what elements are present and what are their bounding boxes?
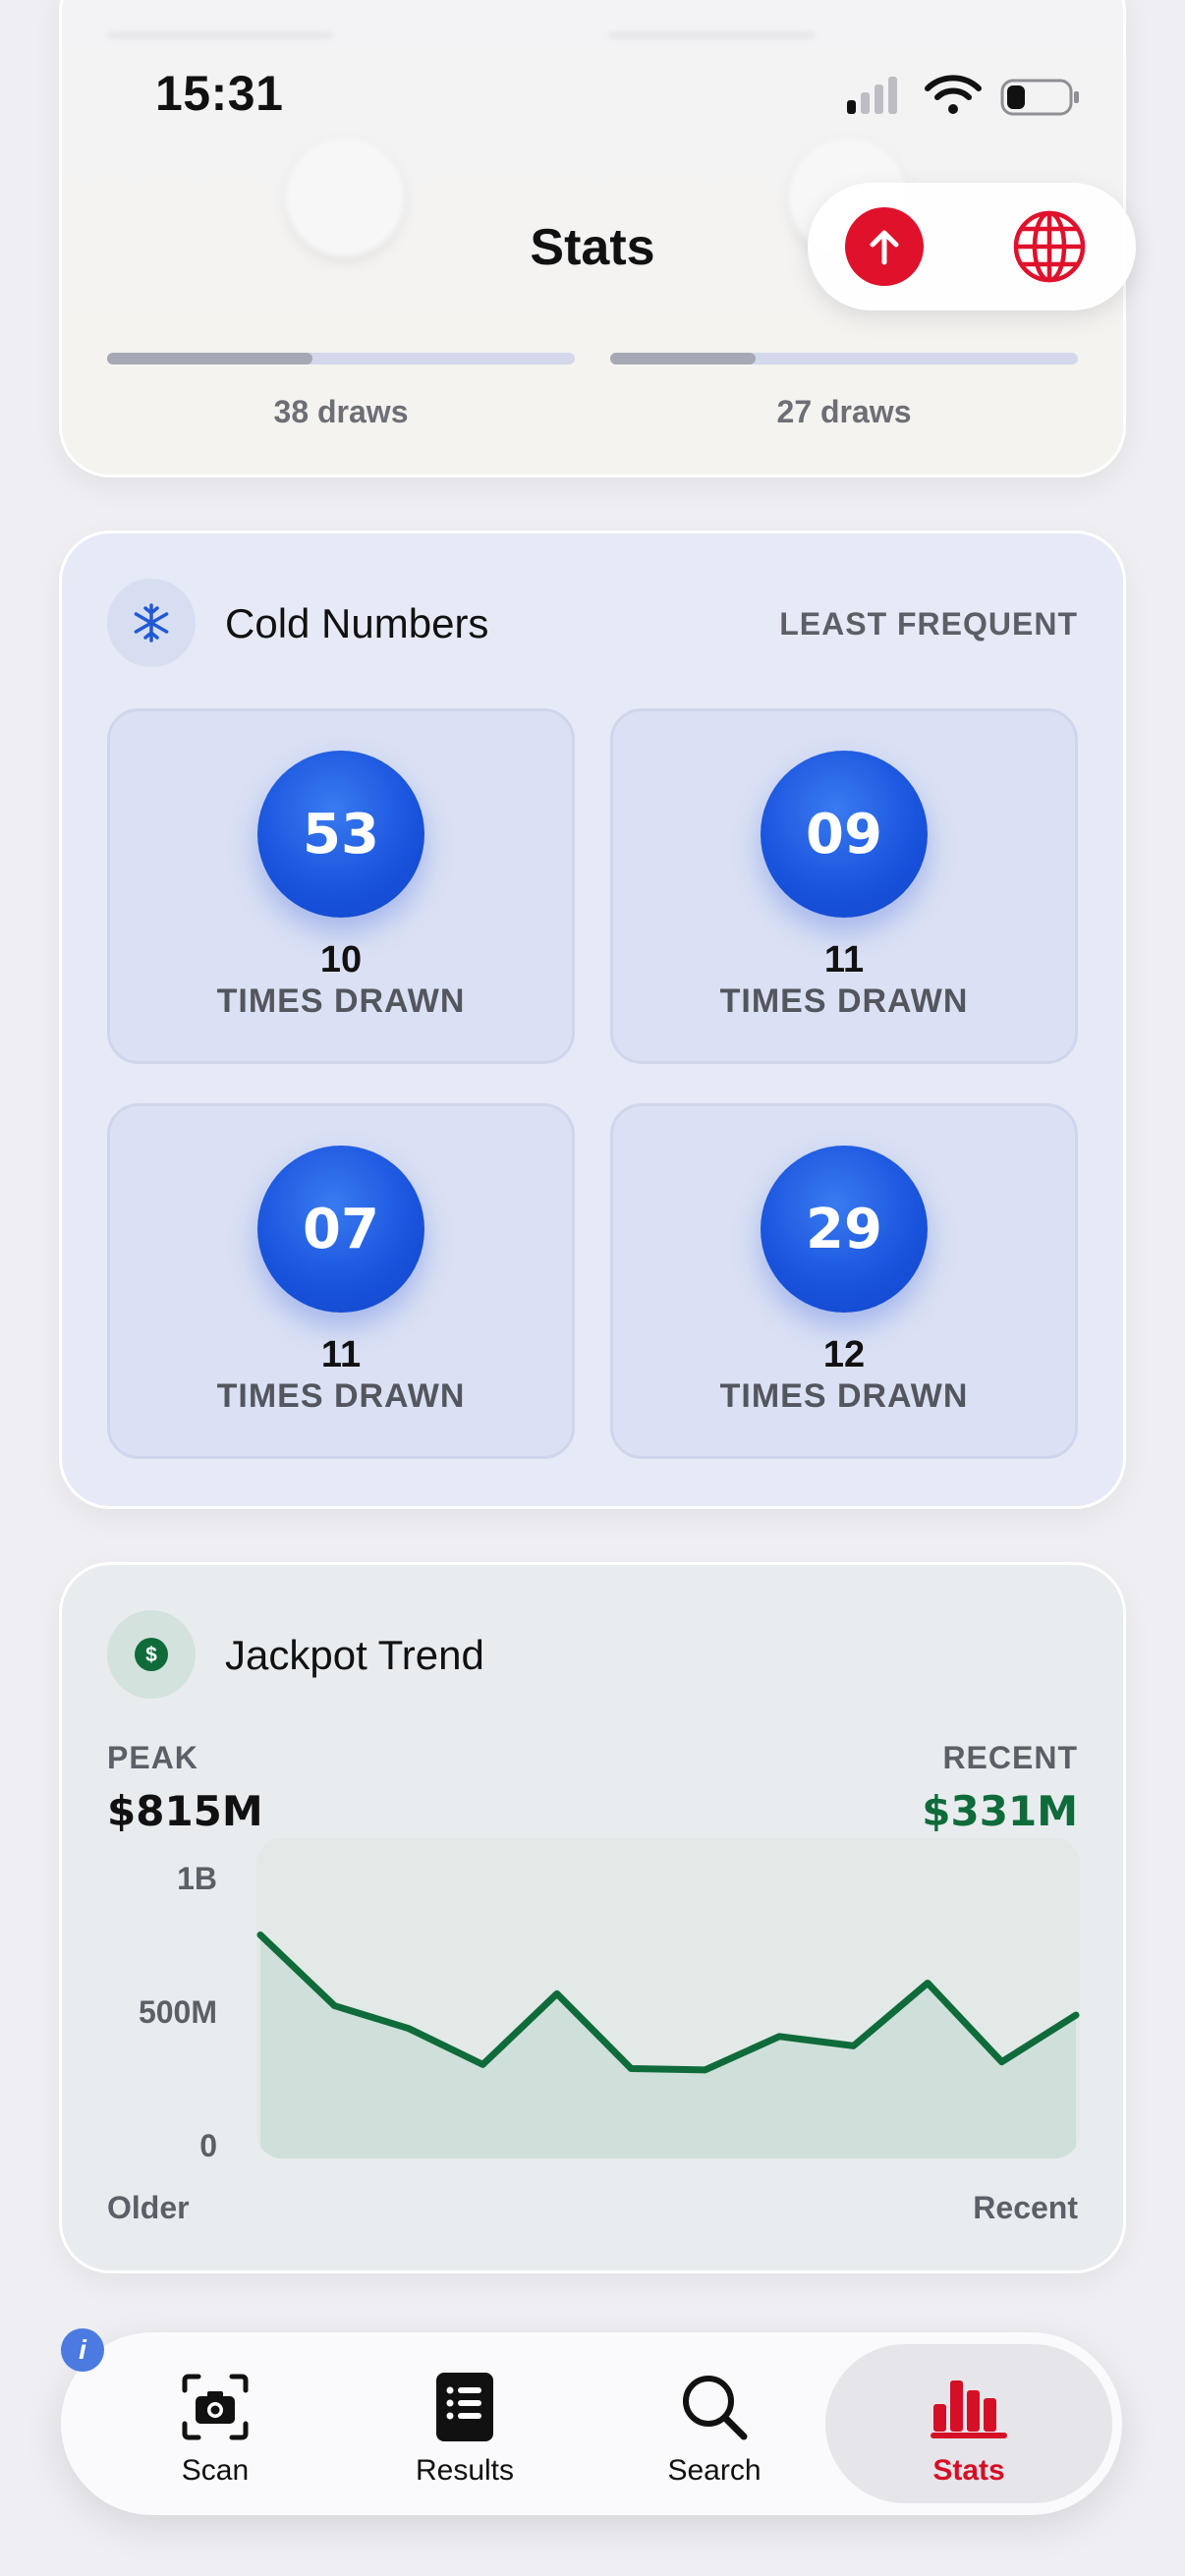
arrow-up-icon [870, 230, 899, 265]
cellular-signal-icon [847, 77, 897, 114]
y-tick-label: 1B [177, 1861, 217, 1896]
times-drawn-label: TIMES DRAWN [719, 1377, 969, 1415]
hot-draws-label: 38 draws [273, 394, 409, 429]
number-ball: 09 [761, 751, 928, 918]
times-drawn-count: 10 [319, 939, 363, 980]
times-drawn-label: TIMES DRAWN [719, 982, 969, 1020]
hot-progress-bar [610, 353, 1078, 364]
cold-number-tile[interactable]: 09 11 TIMES DRAWN [610, 708, 1078, 1064]
info-badge[interactable]: i [61, 2328, 104, 2372]
tab-label: Stats [932, 2454, 1005, 2487]
tab-label: Scan [181, 2454, 250, 2487]
search-icon [679, 2370, 750, 2444]
cold-numbers-title: Cold Numbers [225, 600, 489, 646]
times-drawn-label: TIMES DRAWN [216, 982, 466, 1020]
jackpot-chart: 1B 500M 0 [139, 1838, 1080, 2163]
hot-progress-bar [107, 353, 575, 364]
snowflake-icon [107, 579, 196, 667]
hot-progress-fill [107, 353, 313, 364]
x-axis-end-label: Recent [973, 2190, 1078, 2225]
globe-icon [1013, 210, 1086, 283]
number-ball: 53 [257, 751, 424, 918]
cold-numbers-card: Cold Numbers LEAST FREQUENT 53 10 TIMES … [59, 531, 1126, 1509]
tab-bar: Scan Results Search Stats [61, 2332, 1122, 2515]
cold-numbers-tag: LEAST FREQUENT [779, 606, 1078, 642]
tab-label: Search [667, 2454, 762, 2487]
jackpot-trend-card: $ Jackpot Trend PEAK $815M RECENT $331M … [59, 1562, 1126, 2273]
cold-number-tile[interactable]: 07 11 TIMES DRAWN [107, 1103, 575, 1459]
tab-search[interactable]: Search [590, 2344, 839, 2503]
times-drawn-count: 11 [320, 1334, 362, 1375]
tab-label: Results [415, 2454, 515, 2487]
bar-chart-icon [931, 2370, 1007, 2444]
tab-stats[interactable]: Stats [825, 2344, 1112, 2503]
times-drawn-count: 11 [823, 939, 865, 980]
cold-number-tile[interactable]: 29 12 TIMES DRAWN [610, 1103, 1078, 1459]
status-icons [847, 73, 1083, 122]
y-tick-label: 500M [139, 1994, 217, 2030]
status-time: 15:31 [155, 66, 284, 121]
number-ball: 07 [257, 1146, 424, 1313]
list-icon [434, 2370, 495, 2444]
upload-button[interactable] [845, 207, 924, 286]
hot-draws-label: 27 draws [776, 394, 912, 429]
camera-scan-icon [181, 2370, 250, 2444]
language-button[interactable] [1010, 207, 1089, 286]
y-tick-label: 0 [199, 2128, 217, 2163]
hot-faded-divider [107, 32, 333, 38]
tab-results[interactable]: Results [340, 2344, 590, 2503]
tab-scan[interactable]: Scan [90, 2344, 340, 2503]
times-drawn-label: TIMES DRAWN [216, 1377, 466, 1415]
cold-number-tile[interactable]: 53 10 TIMES DRAWN [107, 708, 575, 1064]
header-actions [808, 183, 1136, 310]
x-axis-start-label: Older [107, 2190, 190, 2225]
number-ball: 29 [761, 1146, 928, 1313]
hot-progress-fill [610, 353, 756, 364]
times-drawn-count: 12 [822, 1334, 866, 1375]
wifi-icon [925, 75, 982, 114]
hot-faded-divider [608, 32, 815, 38]
battery-icon [1000, 79, 1079, 116]
